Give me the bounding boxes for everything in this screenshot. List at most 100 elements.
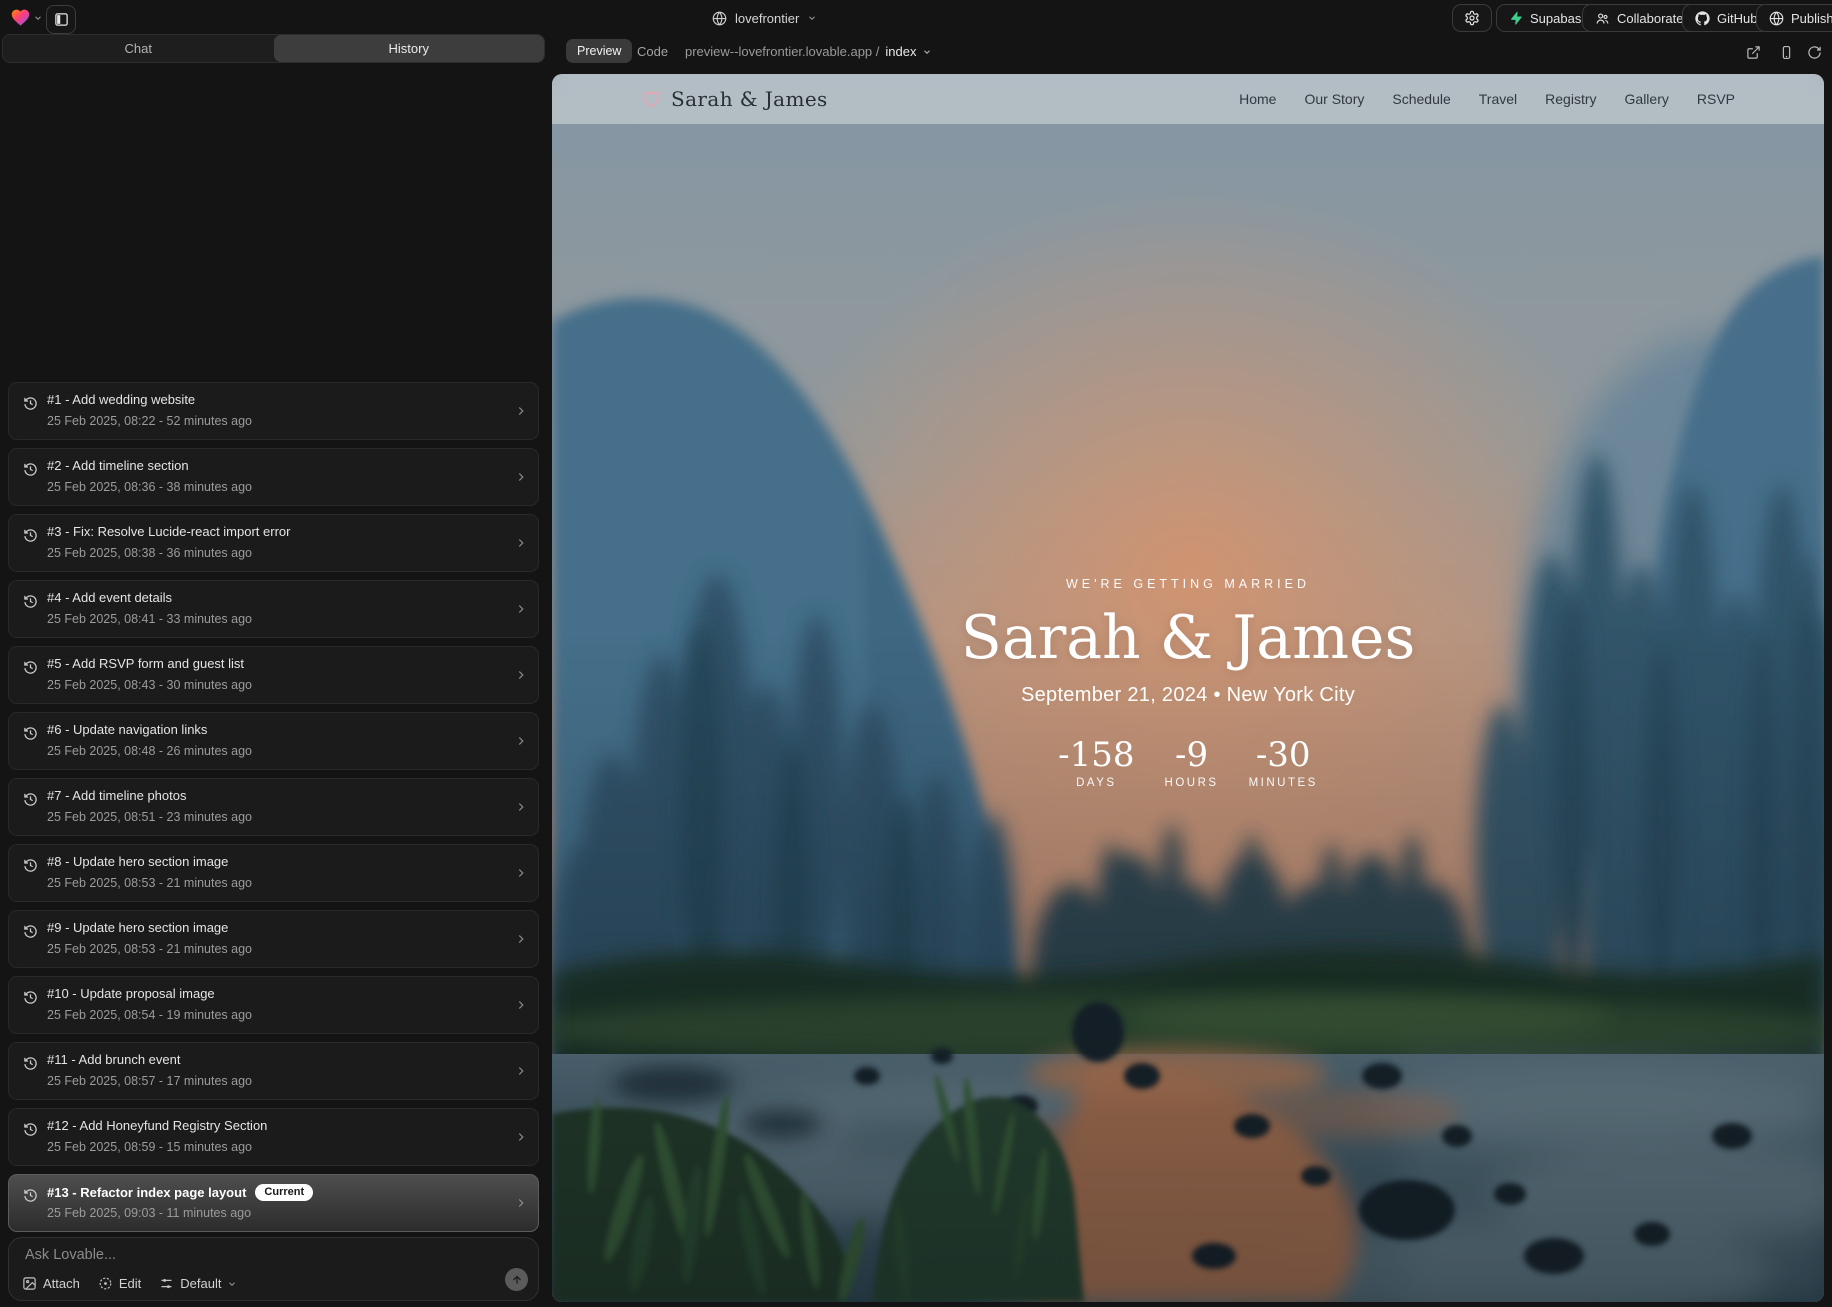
history-icon <box>23 462 38 477</box>
history-item[interactable]: #12 - Add Honeyfund Registry Section Cur… <box>8 1108 539 1166</box>
history-item[interactable]: #8 - Update hero section image Current 2… <box>8 844 539 902</box>
history-item-title: #4 - Add event details <box>47 590 172 605</box>
history-item-timestamp: 25 Feb 2025, 08:53 - 21 minutes ago <box>47 942 252 956</box>
history-icon <box>23 990 38 1005</box>
chevron-down-icon[interactable] <box>33 13 43 23</box>
chevron-right-icon[interactable] <box>514 668 528 682</box>
history-item[interactable]: #6 - Update navigation links Current 25 … <box>8 712 539 770</box>
site-brand-text: Sarah & James <box>671 87 828 111</box>
history-icon <box>23 1188 38 1203</box>
tab-history[interactable]: History <box>274 35 545 62</box>
history-item-title: #11 - Add brunch event <box>47 1052 180 1067</box>
site-nav-link[interactable]: Travel <box>1479 91 1517 107</box>
history-item-title: #8 - Update hero section image <box>47 854 228 869</box>
collaborate-label: Collaborate <box>1617 11 1684 26</box>
chevron-right-icon[interactable] <box>514 1130 528 1144</box>
history-item-timestamp: 25 Feb 2025, 08:51 - 23 minutes ago <box>47 810 252 824</box>
publish-button[interactable]: Publish <box>1756 4 1832 32</box>
select-edit-icon <box>98 1276 113 1291</box>
site-nav-link[interactable]: RSVP <box>1697 91 1735 107</box>
history-item-timestamp: 25 Feb 2025, 09:03 - 11 minutes ago <box>47 1206 251 1220</box>
history-item[interactable]: #5 - Add RSVP form and guest list Curren… <box>8 646 539 704</box>
site-nav-link[interactable]: Schedule <box>1392 91 1450 107</box>
history-item[interactable]: #13 - Refactor index page layout Current… <box>8 1174 539 1232</box>
history-item[interactable]: #7 - Add timeline photos Current 25 Feb … <box>8 778 539 836</box>
history-item[interactable]: #4 - Add event details Current 25 Feb 20… <box>8 580 539 638</box>
edit-label: Edit <box>119 1276 141 1291</box>
history-icon <box>23 1122 38 1137</box>
hero-subtitle: September 21, 2024 • New York City <box>1021 684 1355 707</box>
toggle-sidebar-button[interactable] <box>46 5 76 34</box>
preview-url-page: index <box>885 44 916 59</box>
history-item[interactable]: #2 - Add timeline section Current 25 Feb… <box>8 448 539 506</box>
history-item[interactable]: #3 - Fix: Resolve Lucide-react import er… <box>8 514 539 572</box>
countdown-value: -9 <box>1175 738 1208 772</box>
panel-left-icon <box>54 12 69 27</box>
chevron-right-icon[interactable] <box>514 1064 528 1078</box>
history-item-title: #12 - Add Honeyfund Registry Section <box>47 1118 267 1133</box>
project-name: lovefrontier <box>735 11 799 26</box>
chevron-right-icon[interactable] <box>514 998 528 1012</box>
lovable-logo-icon[interactable] <box>10 7 31 28</box>
history-icon <box>23 924 38 939</box>
history-icon <box>23 1056 38 1071</box>
history-item-timestamp: 25 Feb 2025, 08:22 - 52 minutes ago <box>47 414 252 428</box>
site-brand[interactable]: Sarah & James <box>642 87 828 111</box>
ask-lovable-input[interactable] <box>23 1246 487 1264</box>
heart-outline-icon <box>642 90 661 109</box>
history-item[interactable]: #9 - Update hero section image Current 2… <box>8 910 539 968</box>
settings-button[interactable] <box>1452 4 1492 32</box>
hero-eyebrow: WE'RE GETTING MARRIED <box>1066 577 1310 591</box>
site-nav-link[interactable]: Registry <box>1545 91 1596 107</box>
prompt-composer: Attach Edit Default <box>8 1237 539 1301</box>
history-item-title: #10 - Update proposal image <box>47 986 215 1001</box>
app-window: lovefrontier Supabase <box>0 0 1832 1307</box>
site-header: Sarah & James Home Our Story Schedule Tr… <box>552 74 1824 124</box>
tab-code[interactable]: Code <box>637 44 668 59</box>
chevron-right-icon[interactable] <box>514 866 528 880</box>
chevron-right-icon[interactable] <box>514 602 528 616</box>
mode-selector[interactable]: Default <box>159 1276 237 1291</box>
history-item[interactable]: #1 - Add wedding website Current 25 Feb … <box>8 382 539 440</box>
countdown-label: MINUTES <box>1249 777 1318 789</box>
send-button[interactable] <box>505 1268 528 1291</box>
hero-title: Sarah & James <box>961 606 1416 671</box>
refresh-icon[interactable] <box>1807 45 1822 60</box>
countdown-label: DAYS <box>1076 777 1116 789</box>
history-icon <box>23 792 38 807</box>
preview-url[interactable]: preview--lovefrontier.lovable.app / inde… <box>685 44 932 59</box>
chevron-right-icon[interactable] <box>514 470 528 484</box>
chevron-right-icon[interactable] <box>514 404 528 418</box>
top-bar: lovefrontier Supabase <box>0 0 1832 36</box>
site-nav-link[interactable]: Gallery <box>1625 91 1669 107</box>
publish-label: Publish <box>1791 11 1832 26</box>
mobile-view-icon[interactable] <box>1779 45 1794 60</box>
countdown-unit: -9 HOURS <box>1165 738 1219 789</box>
tab-preview[interactable]: Preview <box>566 39 632 63</box>
history-item-title: #9 - Update hero section image <box>47 920 228 935</box>
chevron-right-icon[interactable] <box>514 536 528 550</box>
history-item-title: #7 - Add timeline photos <box>47 788 186 803</box>
history-item[interactable]: #11 - Add brunch event Current 25 Feb 20… <box>8 1042 539 1100</box>
project-selector[interactable]: lovefrontier <box>712 0 817 36</box>
supabase-label: Supabase <box>1530 11 1589 26</box>
site-nav-link[interactable]: Home <box>1239 91 1276 107</box>
mode-label: Default <box>180 1276 221 1291</box>
chevron-right-icon[interactable] <box>514 734 528 748</box>
open-in-new-tab-icon[interactable] <box>1746 45 1761 60</box>
history-icon <box>23 396 38 411</box>
chevron-right-icon[interactable] <box>514 1196 528 1210</box>
chevron-right-icon[interactable] <box>514 932 528 946</box>
collaborate-button[interactable]: Collaborate <box>1582 4 1697 32</box>
supabase-icon <box>1509 11 1523 25</box>
tab-chat[interactable]: Chat <box>3 35 274 62</box>
chevron-right-icon[interactable] <box>514 800 528 814</box>
edit-button[interactable]: Edit <box>98 1276 141 1291</box>
sidebar-tabs: Chat History <box>2 34 545 63</box>
history-item[interactable]: #10 - Update proposal image Current 25 F… <box>8 976 539 1034</box>
attach-label: Attach <box>43 1276 80 1291</box>
countdown-value: -30 <box>1256 738 1311 772</box>
site-nav: Home Our Story Schedule Travel Registry … <box>1239 91 1735 107</box>
attach-button[interactable]: Attach <box>22 1276 80 1291</box>
site-nav-link[interactable]: Our Story <box>1304 91 1364 107</box>
